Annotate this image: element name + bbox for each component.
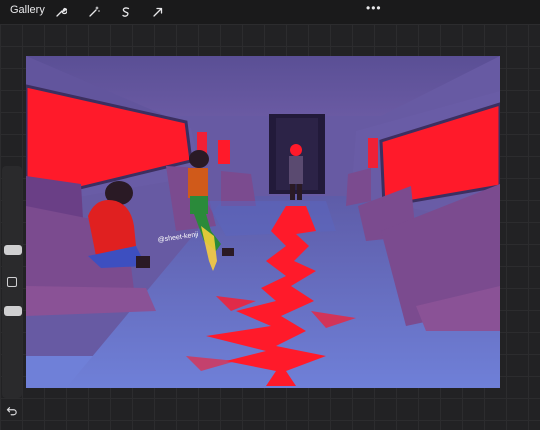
more-options-button[interactable]: ••• [366, 1, 382, 15]
opacity-slider[interactable] [4, 306, 22, 316]
magic-wand-icon[interactable] [85, 3, 103, 21]
transform-arrow-icon[interactable] [149, 3, 167, 21]
gallery-button[interactable]: Gallery [10, 4, 45, 16]
artwork-canvas[interactable]: @sheet-kenji [26, 56, 500, 388]
brush-size-slider[interactable] [4, 245, 22, 255]
selection-icon[interactable] [117, 3, 135, 21]
top-toolbar: Gallery ••• [0, 0, 540, 24]
subway-car-illustration: @sheet-kenji [26, 56, 500, 388]
side-toolbar [2, 166, 22, 398]
undo-icon[interactable] [4, 404, 20, 418]
wrench-icon[interactable] [52, 3, 70, 21]
modify-button[interactable] [7, 277, 17, 287]
